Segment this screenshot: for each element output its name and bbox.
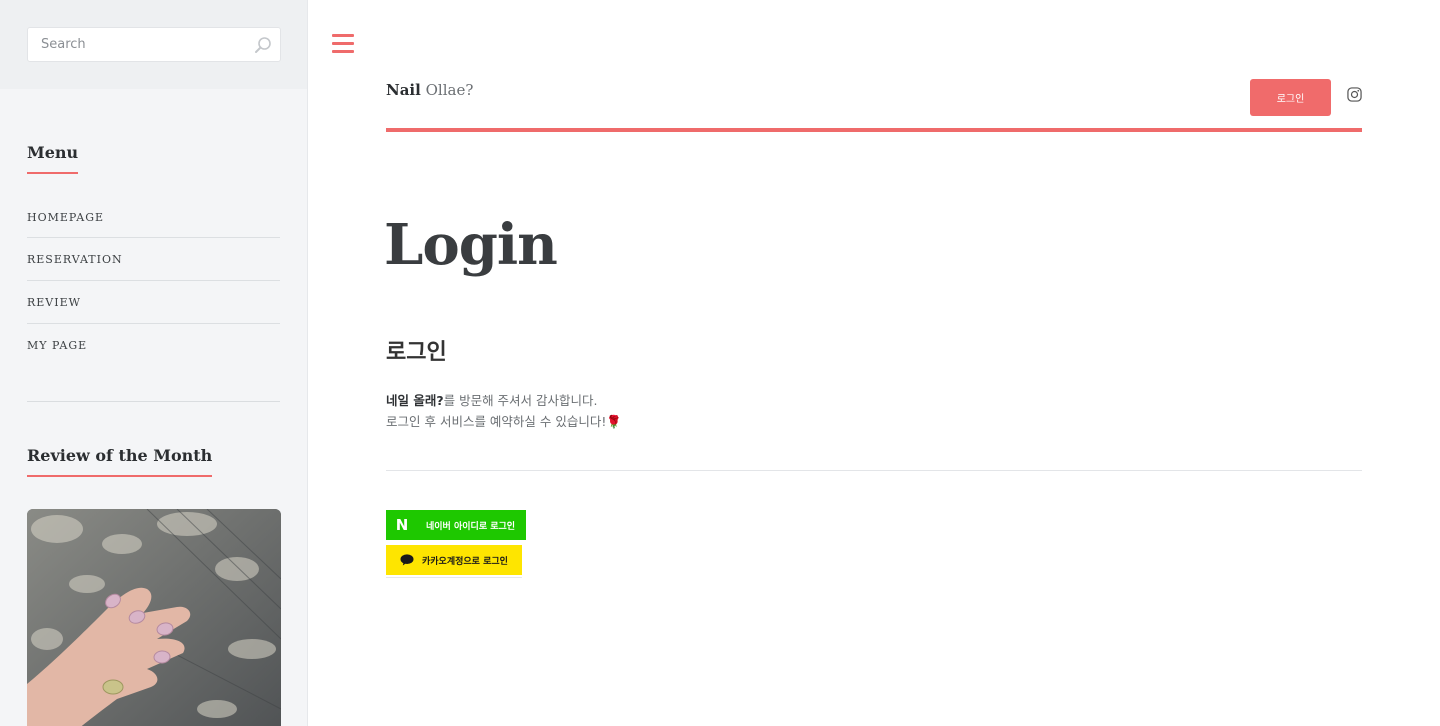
menu-item-review[interactable]: REVIEW [27,281,280,324]
brand-bold: Nail [386,81,421,99]
review-title: Review of the Month [27,446,213,477]
kakao-login-label: 카카오계정으로 로그인 [422,556,508,567]
review-photo[interactable] [27,509,281,726]
divider [386,470,1362,471]
naver-login-label: 네이버 아이디로 로그인 [426,521,516,532]
login-subheading: 로그인 [386,340,447,365]
search-icon[interactable] [254,36,272,54]
sidebar: Menu HOMEPAGE RESERVATION REVIEW MY PAGE… [0,0,308,726]
kakao-button-underline [386,577,522,578]
kakao-login-button[interactable]: 카카오계정으로 로그인 [386,545,522,575]
intro-line-1: 네일 올래?를 방문해 주셔서 감사합니다. [386,390,622,411]
review-widget: Review of the Month [27,402,281,726]
intro-rest: 를 방문해 주셔서 감사합니다. [443,393,598,408]
naver-logo-icon: N [395,516,409,534]
intro-line-2: 로그인 후 서비스를 예약하실 수 있습니다!🌹 [386,411,622,432]
site-brand[interactable]: Nail Ollae? [386,81,473,99]
menu-item-homepage[interactable]: HOMEPAGE [27,204,280,238]
intro-line-2-text: 로그인 후 서비스를 예약하실 수 있습니다! [386,414,607,429]
search-box [27,27,281,62]
kakao-speech-bubble-icon [400,554,414,566]
header-login-button[interactable]: 로그인 [1250,79,1331,116]
intro-text: 네일 올래?를 방문해 주셔서 감사합니다. 로그인 후 서비스를 예약하실 수… [386,390,622,432]
intro-bold: 네일 올래? [386,393,444,408]
review-photo-image [27,509,281,726]
search-input[interactable] [28,28,280,61]
page-title: Login [384,212,558,278]
menu-widget: Menu HOMEPAGE RESERVATION REVIEW MY PAGE [27,89,280,402]
search-area [0,0,307,89]
site-header: Nail Ollae? 로그인 [386,76,1362,132]
naver-login-button[interactable]: N 네이버 아이디로 로그인 [386,510,526,540]
brand-rest: Ollae? [425,81,474,99]
menu-title: Menu [27,143,79,174]
rose-emoji: 🌹 [606,414,622,429]
menu-list: HOMEPAGE RESERVATION REVIEW MY PAGE [27,204,280,402]
menu-item-my-page[interactable]: MY PAGE [27,324,280,367]
instagram-icon[interactable] [1347,87,1362,102]
menu-item-reservation[interactable]: RESERVATION [27,238,280,281]
hamburger-menu-icon[interactable] [332,34,354,53]
